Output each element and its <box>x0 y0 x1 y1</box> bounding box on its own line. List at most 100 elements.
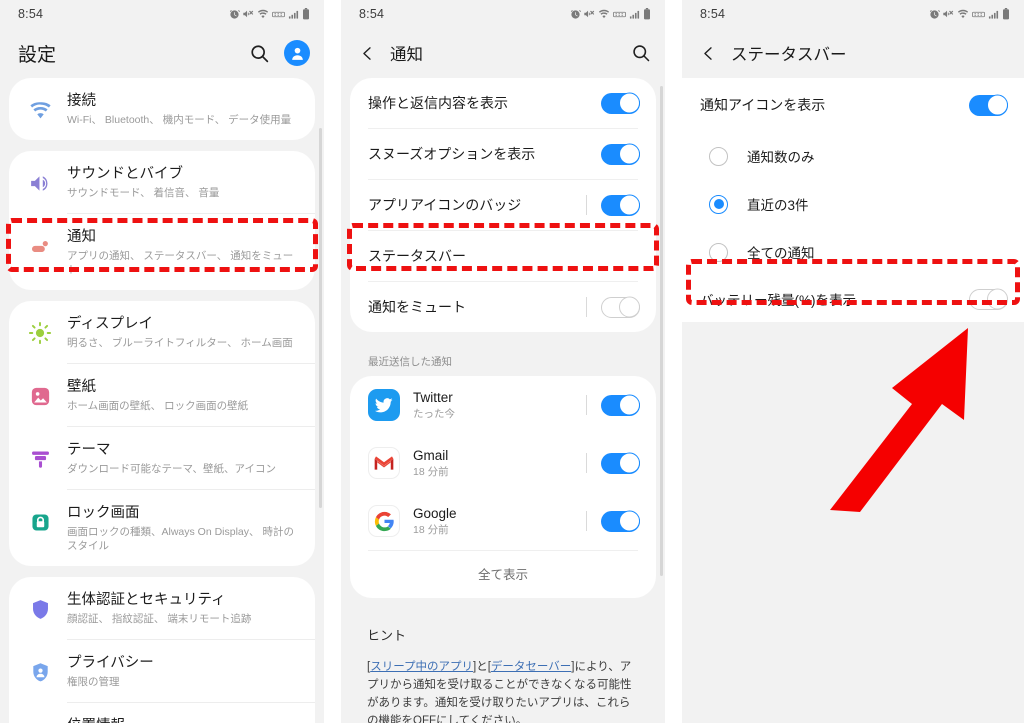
radio-all-notifications[interactable] <box>709 242 728 262</box>
radio-row-all-notifications[interactable]: 全ての通知 <box>682 228 1024 276</box>
signal-icon <box>629 10 640 19</box>
battery-icon <box>1003 8 1009 20</box>
twitter-icon <box>368 389 400 421</box>
hint-heading: ヒント <box>367 628 407 643</box>
item-subtitle: ダウンロード可能なテーマ、壁紙、アイコン <box>67 463 276 475</box>
row-show-battery-percentage[interactable]: バッテリー残量(%)を表示 <box>682 276 1024 322</box>
shield-icon <box>23 592 57 626</box>
app-name: Google <box>413 506 457 521</box>
item-title: サウンドとバイブ <box>67 166 183 182</box>
battery-icon <box>303 8 309 20</box>
brightness-icon <box>23 316 57 350</box>
toggle-show-battery-percentage[interactable] <box>969 288 1008 310</box>
notifications-scroll-body[interactable]: 操作と返信内容を表示 スヌーズオプションを表示 アプリアイコンのバッジ ステータ… <box>341 78 665 723</box>
row-label: 通知アイコンを表示 <box>700 97 826 113</box>
item-subtitle: 明るさ、 ブルーライトフィルター、 ホーム画面 <box>67 337 293 349</box>
sidebar-item-privacy[interactable]: プライバシー 権限の管理 <box>9 640 315 702</box>
app-time: 18 分前 <box>413 466 449 478</box>
notification-toggles-card: 操作と返信内容を表示 スヌーズオプションを表示 アプリアイコンのバッジ ステータ… <box>350 78 656 332</box>
status-bar-panel2: 8:54 <box>341 0 665 28</box>
status-icons <box>229 8 310 20</box>
radio-label: 全ての通知 <box>747 246 815 261</box>
row-show-notification-icons[interactable]: 通知アイコンを表示 <box>682 78 1024 132</box>
sidebar-item-location[interactable]: 位置情報 位置情報設定、位置情報要求 <box>9 703 315 723</box>
item-title: テーマ <box>67 442 111 458</box>
lock-icon <box>23 505 57 539</box>
hint-link-sleeping-apps[interactable]: スリープ中のアプリ <box>370 661 473 673</box>
item-subtitle: サウンドモード、 着信音、 音量 <box>67 187 220 199</box>
panel-gap-2 <box>665 0 682 723</box>
item-title: ディスプレイ <box>67 316 153 332</box>
recent-apps-card: Twitter たった今 Gmail 18 分前 Google 18 分前 全て… <box>350 376 656 598</box>
page-title: 通知 <box>390 46 423 64</box>
three-phone-screenshots: 8:54 設定 接続 Wi-Fi、 Bluetooth、 機内モード、 データ使… <box>0 0 1024 723</box>
sidebar-item-theme[interactable]: テーマ ダウンロード可能なテーマ、壁紙、アイコン <box>9 427 315 489</box>
row-label: アプリアイコンのバッジ <box>368 197 522 213</box>
sidebar-item-sound[interactable]: サウンドとバイブ サウンドモード、 着信音、 音量 <box>9 151 315 213</box>
status-clock: 8:54 <box>18 7 44 21</box>
settings-group-sound-notification: サウンドとバイブ サウンドモード、 着信音、 音量 通知 アプリの通知、 ステー… <box>9 151 315 290</box>
signal-icon <box>988 10 999 19</box>
toggle-twitter-notifications[interactable] <box>601 394 640 416</box>
sidebar-item-lockscreen[interactable]: ロック画面 画面ロックの種類、Always On Display、 時計のスタイ… <box>9 490 315 566</box>
list-item[interactable]: Google 18 分前 <box>350 492 656 550</box>
sidebar-item-security[interactable]: 生体認証とセキュリティ 顔認証、 指紋認証、 端末リモート追跡 <box>9 577 315 639</box>
phone-screen-notifications: 8:54 通知 操作と返信内容を表示 スヌーズオプションを表示 アプリアイコンの… <box>341 0 665 723</box>
gmail-icon <box>368 447 400 479</box>
back-chevron-icon[interactable] <box>359 45 376 62</box>
show-all-button[interactable]: 全て表示 <box>350 551 656 598</box>
list-item[interactable]: Twitter たった今 <box>350 376 656 434</box>
wifi-icon <box>957 9 969 18</box>
item-title: 通知 <box>67 229 96 245</box>
toggle-gmail-notifications[interactable] <box>601 452 640 474</box>
radio-row-count-only[interactable]: 通知数のみ <box>682 132 1024 180</box>
radio-count-only[interactable] <box>709 146 728 166</box>
phone-screen-status-bar: 8:54 ステータスバー 通知アイコンを表示 通知数のみ 直近の3件 全ての通知… <box>682 0 1024 723</box>
item-title: 位置情報 <box>67 717 299 723</box>
mute-icon <box>243 10 254 17</box>
search-icon[interactable] <box>631 43 651 63</box>
item-title: 接続 <box>67 93 96 109</box>
toggle-mute-notifications[interactable] <box>601 296 640 318</box>
status-bar-settings-body[interactable]: 通知アイコンを表示 通知数のみ 直近の3件 全ての通知 バッテリー残量(%)を表… <box>682 78 1024 723</box>
hint-link-data-saver[interactable]: データセーバー <box>491 661 571 673</box>
data-icon <box>972 11 985 17</box>
row-label: ステータスバー <box>368 248 466 264</box>
sidebar-item-display[interactable]: ディスプレイ 明るさ、 ブルーライトフィルター、 ホーム画面 <box>9 301 315 363</box>
row-show-actions-replies[interactable]: 操作と返信内容を表示 <box>350 78 656 128</box>
back-chevron-icon[interactable] <box>700 45 717 62</box>
radio-row-recent-three[interactable]: 直近の3件 <box>682 180 1024 228</box>
settings-scroll-body[interactable]: 接続 Wi-Fi、 Bluetooth、 機内モード、 データ使用量 サウンドと… <box>0 78 324 723</box>
phone-screen-settings: 8:54 設定 接続 Wi-Fi、 Bluetooth、 機内モード、 データ使… <box>0 0 324 723</box>
privacy-icon <box>23 655 57 689</box>
app-bar-notifications: 通知 <box>341 28 665 78</box>
row-show-snooze[interactable]: スヌーズオプションを表示 <box>350 129 656 179</box>
radio-recent-three[interactable] <box>709 194 728 214</box>
toggle-show-notification-icons[interactable] <box>969 94 1008 116</box>
toggle-app-icon-badge[interactable] <box>601 194 640 216</box>
toggle-show-snooze[interactable] <box>601 143 640 165</box>
radio-label: 通知数のみ <box>747 150 815 165</box>
list-item[interactable]: Gmail 18 分前 <box>350 434 656 492</box>
sidebar-item-notification[interactable]: 通知 アプリの通知、 ステータスバー、 通知をミュート <box>9 214 315 290</box>
page-title: ステータスバー <box>731 46 847 64</box>
row-mute-notifications[interactable]: 通知をミュート <box>350 282 656 332</box>
row-separator <box>586 195 587 215</box>
account-avatar[interactable] <box>284 40 310 66</box>
toggle-google-notifications[interactable] <box>601 510 640 532</box>
app-bar-settings: 設定 <box>0 28 324 78</box>
status-icons <box>929 8 1010 20</box>
row-app-icon-badge[interactable]: アプリアイコンのバッジ <box>350 180 656 230</box>
row-status-bar[interactable]: ステータスバー <box>350 231 656 281</box>
search-icon[interactable] <box>249 43 270 64</box>
status-bar-panel1: 8:54 <box>0 0 324 28</box>
vertical-scrollbar[interactable] <box>660 86 663 576</box>
sidebar-item-connections[interactable]: 接続 Wi-Fi、 Bluetooth、 機内モード、 データ使用量 <box>9 78 315 140</box>
sidebar-item-wallpaper[interactable]: 壁紙 ホーム画面の壁紙、 ロック画面の壁紙 <box>9 364 315 426</box>
row-separator <box>586 453 587 473</box>
vertical-scrollbar[interactable] <box>319 128 322 508</box>
notification-icon <box>23 229 57 263</box>
app-name: Gmail <box>413 448 449 463</box>
row-label: 通知をミュート <box>368 299 466 315</box>
toggle-show-actions-replies[interactable] <box>601 92 640 114</box>
